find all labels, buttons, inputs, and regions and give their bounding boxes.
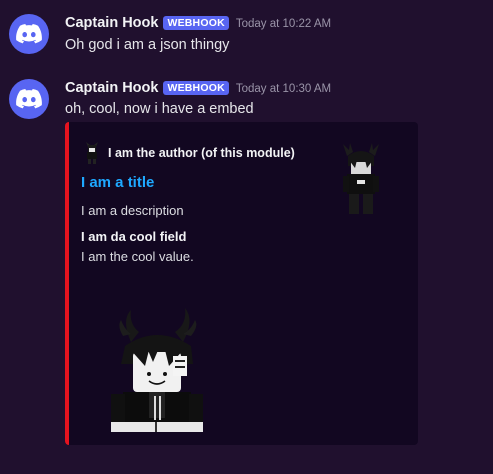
embed: I am the author (of this module) I am a … [65, 122, 418, 445]
webhook-badge: WEBHOOK [163, 81, 229, 95]
embed-thumbnail[interactable] [341, 142, 381, 214]
message-header: Captain Hook WEBHOOK Today at 10:22 AM [65, 15, 331, 31]
embed-description: I am a description [81, 203, 184, 218]
embed-field-value: I am the cool value. [81, 249, 194, 264]
embed-image[interactable] [109, 302, 205, 432]
discord-logo-icon [16, 24, 42, 44]
message-content: oh, cool, now i have a embed [65, 101, 254, 117]
username[interactable]: Captain Hook [65, 80, 158, 96]
timestamp[interactable]: Today at 10:22 AM [236, 18, 331, 30]
message-header: Captain Hook WEBHOOK Today at 10:30 AM [65, 80, 331, 96]
embed-title[interactable]: I am a title [81, 174, 154, 191]
timestamp[interactable]: Today at 10:30 AM [236, 83, 331, 95]
embed-author-name[interactable]: I am the author (of this module) [108, 146, 295, 160]
username[interactable]: Captain Hook [65, 15, 158, 31]
author-icon [86, 142, 98, 164]
avatar[interactable] [9, 79, 49, 119]
embed-field-name: I am da cool field [81, 229, 187, 244]
embed-author: I am the author (of this module) [85, 142, 295, 164]
webhook-badge: WEBHOOK [163, 16, 229, 30]
message-content: Oh god i am a json thingy [65, 37, 230, 53]
avatar[interactable] [9, 14, 49, 54]
discord-logo-icon [16, 89, 42, 109]
